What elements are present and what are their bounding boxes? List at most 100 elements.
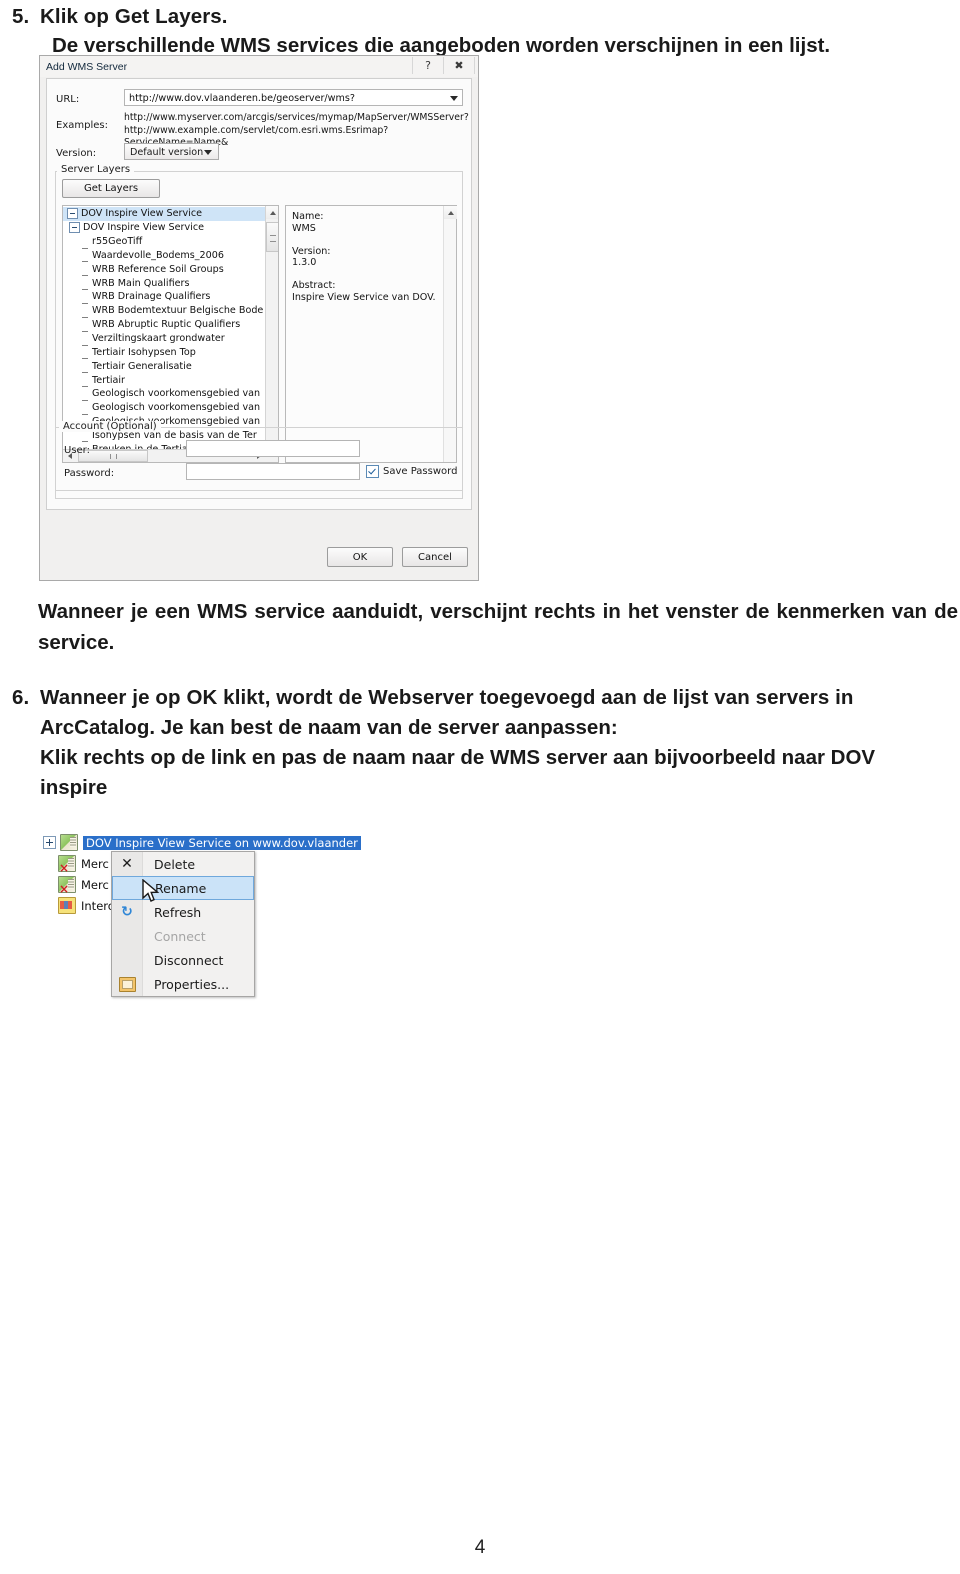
dialog-titlebar: Add WMS Server ? ✖	[40, 56, 478, 77]
tree-item[interactable]: WRB Main Qualifiers	[63, 276, 266, 291]
context-menu-item-label: Rename	[155, 880, 207, 896]
tree-item-label: Tertiair Generalisatie	[92, 360, 192, 372]
catalog-tree-row-label: Merc	[81, 877, 109, 892]
collapse-toggle-icon[interactable]	[69, 222, 80, 234]
example-line-1: http://www.myserver.com/arcgis/services/…	[124, 112, 469, 123]
tree-item[interactable]: Waardevolle_Bodems_2006	[63, 249, 266, 263]
tree-item-label: WRB Bodemtextuur Belgische Bode	[92, 305, 264, 317]
catalog-tree-row-label: Merc	[81, 856, 109, 871]
tree-item-label: Verziltingskaart grondwater	[92, 333, 225, 345]
catalog-tree-row-label: DOV Inspire View Service on www.dov.vlaa…	[83, 835, 361, 850]
tree-item-label: Geologisch voorkomensgebied van	[92, 402, 261, 414]
tree-item-label: DOV Inspire View Service	[81, 208, 203, 220]
password-label: Password:	[64, 468, 115, 479]
account-group-label: Account (Optional)	[59, 421, 161, 432]
step-5-title: Klik op Get Layers.	[40, 5, 228, 28]
tree-item[interactable]: WRB Reference Soil Groups	[63, 262, 266, 277]
tree-item-label: Tertiair Isohypsen Top	[92, 346, 196, 358]
user-label: User:	[64, 445, 90, 456]
chevron-down-icon[interactable]	[450, 96, 458, 101]
wms-server-icon	[60, 834, 78, 851]
vertical-scroll-thumb[interactable]	[266, 222, 278, 252]
user-field[interactable]	[186, 440, 360, 457]
tree-item[interactable]: Tertiair Generalisatie	[63, 359, 266, 374]
save-password-checkbox[interactable]	[366, 465, 379, 478]
wms-server-disconnected-icon	[58, 855, 76, 874]
context-menu-item[interactable]: ↻ Refresh	[112, 900, 254, 924]
expand-plus-icon[interactable]	[43, 836, 56, 849]
tree-item-label: Tertiair	[92, 374, 125, 386]
password-field[interactable]	[186, 463, 360, 480]
details-vertical-scrollbar[interactable]	[443, 206, 457, 462]
step-5-number: 5.	[12, 5, 30, 28]
context-menu-item[interactable]: Properties...	[112, 972, 254, 996]
collapse-toggle-icon[interactable]	[67, 208, 78, 220]
context-menu: ✕ Delete Rename ↻ Refresh Connect Disconnect Pr…	[111, 851, 255, 997]
url-combobox[interactable]: http://www.dov.vlaanderen.be/geoserver/w…	[124, 89, 463, 106]
interoperability-icon	[58, 897, 76, 914]
version-label: Version:	[56, 148, 97, 159]
cancel-button[interactable]: Cancel	[402, 547, 468, 567]
layer-details-panel: Name: WMS Version: 1.3.0 Abstract: Inspi…	[285, 205, 457, 463]
tree-item[interactable]: Verziltingskaart grondwater	[63, 332, 266, 346]
help-icon[interactable]: ?	[412, 57, 443, 74]
step-5: 5. Klik op Get Layers.	[0, 2, 930, 32]
context-menu-item[interactable]: Rename	[112, 876, 254, 900]
close-icon[interactable]: ✖	[443, 57, 475, 74]
catalog-tree-row[interactable]: DOV Inspire View Service on www.dov.vlaa…	[39, 832, 361, 853]
ok-button[interactable]: OK	[327, 547, 393, 567]
server-layers-tree-rows: DOV Inspire View Service DOV Inspire View…	[63, 207, 266, 457]
properties-folder-icon	[118, 976, 136, 992]
tree-item[interactable]: Tertiair	[63, 373, 266, 388]
version-value: Default version	[130, 147, 204, 158]
step-6-line-4: inspire	[40, 776, 108, 799]
context-menu-item[interactable]: ✕ Delete	[112, 852, 254, 876]
context-menu-item-label: Properties...	[154, 976, 230, 992]
chevron-down-icon[interactable]	[204, 150, 212, 155]
dialog-title: Add WMS Server	[46, 61, 128, 73]
step-6: 6. Wanneer je op OK klikt, wordt de Webs…	[0, 683, 930, 713]
page-number: 4	[474, 1537, 486, 1558]
context-menu-item-label: Delete	[154, 856, 196, 872]
tree-item[interactable]: Tertiair Isohypsen Top	[63, 345, 266, 360]
step-6-line-2: ArcCatalog. Je kan best de naam van de s…	[40, 716, 618, 739]
scroll-up-arrow-icon[interactable]	[266, 206, 278, 219]
paragraph-after-dialog: Wanneer je een WMS service aanduidt, ver…	[38, 600, 958, 654]
tree-item-label: WRB Abruptic Ruptic Qualifiers	[92, 319, 241, 331]
tree-item-label: Waardevolle_Bodems_2006	[92, 249, 224, 261]
add-wms-server-dialog: Add WMS Server ? ✖ URL: http://www.dov.v…	[39, 55, 479, 581]
properties-icon	[118, 975, 136, 993]
url-label: URL:	[56, 94, 80, 105]
tree-item[interactable]: WRB Bodemtextuur Belgische Bode	[63, 304, 266, 318]
server-layers-group-label: Server Layers	[57, 164, 135, 175]
wms-server-disconnected-icon	[58, 876, 76, 895]
get-layers-button[interactable]: Get Layers	[62, 179, 160, 198]
save-password-label: Save Password	[383, 466, 458, 477]
tree-item[interactable]: WRB Drainage Qualifiers	[63, 290, 266, 304]
tree-item[interactable]: DOV Inspire View Service	[63, 207, 266, 221]
step-6-number: 6.	[12, 686, 30, 709]
tree-item[interactable]: DOV Inspire View Service	[63, 221, 266, 235]
layer-details-text: Name: WMS Version: 1.3.0 Abstract: Inspi…	[292, 211, 436, 303]
context-menu-item-label: Connect	[154, 928, 206, 944]
context-menu-item-label: Refresh	[154, 904, 202, 920]
tree-item[interactable]: WRB Abruptic Ruptic Qualifiers	[63, 318, 266, 332]
mouse-cursor-icon	[142, 879, 160, 902]
tree-item-label: WRB Main Qualifiers	[92, 277, 190, 289]
tree-item-label: DOV Inspire View Service	[83, 222, 205, 234]
step-6-line-3: Klik rechts op de link en pas de naam na…	[40, 746, 876, 769]
save-password-checkbox-row[interactable]: Save Password	[366, 465, 457, 478]
arccatalog-context-menu-screenshot: DOV Inspire View Service on www.dov.vlaa…	[39, 832, 361, 997]
context-menu-item[interactable]: Disconnect	[112, 948, 254, 972]
tree-item-label: WRB Drainage Qualifiers	[92, 291, 211, 303]
context-menu-item: Connect	[112, 924, 254, 948]
dialog-content: URL: http://www.dov.vlaanderen.be/geoser…	[46, 78, 472, 510]
tree-vertical-scrollbar[interactable]	[265, 206, 278, 462]
tree-item[interactable]: r55GeoTiff	[63, 235, 266, 249]
version-combobox[interactable]: Default version	[124, 143, 219, 160]
tree-item-label: WRB Reference Soil Groups	[92, 263, 224, 275]
tree-item-label: Geologisch voorkomensgebied van	[92, 388, 261, 400]
tree-item[interactable]: Geologisch voorkomensgebied van	[63, 401, 266, 415]
scroll-up-arrow-icon[interactable]	[444, 206, 457, 219]
tree-item[interactable]: Geologisch voorkomensgebied van	[63, 387, 266, 401]
